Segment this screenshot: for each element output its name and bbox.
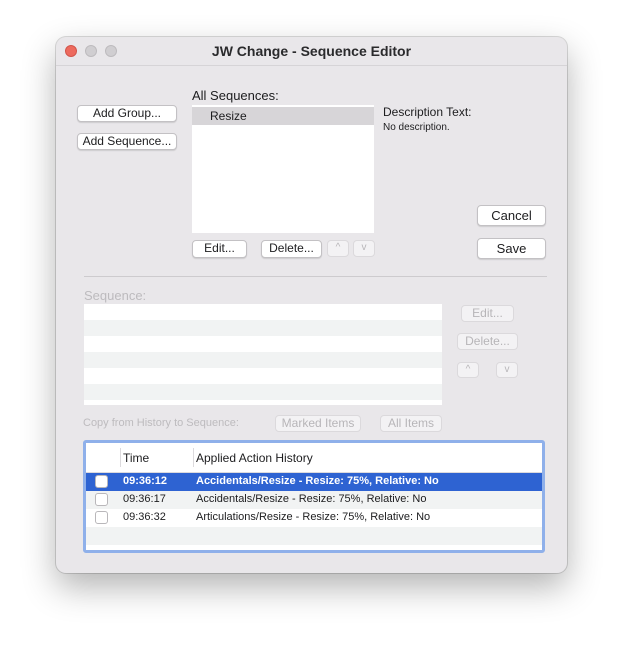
column-header-time[interactable]: Time [123, 451, 149, 465]
all-sequences-label: All Sequences: [192, 88, 279, 103]
edit-sequence-button[interactable]: Edit... [192, 240, 247, 258]
save-button[interactable]: Save [477, 238, 546, 259]
table-row[interactable]: 09:36:32 Articulations/Resize - Resize: … [86, 509, 542, 527]
sequence-move-down-button[interactable]: v [496, 362, 518, 378]
sequence-steps-list[interactable] [84, 304, 442, 405]
add-sequence-button[interactable]: Add Sequence... [77, 133, 177, 150]
column-header-action[interactable]: Applied Action History [196, 451, 313, 465]
sequence-move-up-button[interactable]: ^ [457, 362, 479, 378]
table-row[interactable]: 09:36:17 Accidentals/Resize - Resize: 75… [86, 491, 542, 509]
sequence-item-label: Resize [210, 109, 247, 123]
row-action: Articulations/Resize - Resize: 75%, Rela… [196, 511, 431, 523]
column-separator [193, 448, 194, 467]
row-action: Accidentals/Resize - Resize: 75%, Relati… [196, 475, 439, 487]
action-history-table[interactable]: Time Applied Action History 09:36:12 Acc… [83, 440, 545, 553]
mark-checkbox[interactable] [95, 493, 108, 506]
add-group-button[interactable]: Add Group... [77, 105, 177, 122]
marked-items-button[interactable]: Marked Items [275, 415, 361, 432]
description-text: No description. [383, 122, 450, 133]
row-action: Accidentals/Resize - Resize: 75%, Relati… [196, 493, 427, 505]
table-row[interactable]: 09:36:12 Accidentals/Resize - Resize: 75… [86, 473, 542, 491]
list-stripe [84, 352, 442, 368]
all-sequences-list[interactable]: Resize [192, 105, 374, 233]
row-time: 09:36:17 [123, 493, 166, 505]
column-separator [120, 448, 121, 467]
titlebar-divider [56, 65, 567, 66]
sequence-label: Sequence: [84, 288, 147, 303]
sequence-list-item[interactable]: Resize [192, 107, 374, 125]
description-label: Description Text: [383, 105, 472, 119]
section-divider [84, 276, 547, 277]
cancel-button[interactable]: Cancel [477, 205, 546, 226]
copy-from-history-label: Copy from History to Sequence: [83, 417, 239, 429]
move-down-button[interactable]: v [353, 240, 375, 257]
all-items-button[interactable]: All Items [380, 415, 442, 432]
mark-checkbox[interactable] [95, 475, 108, 488]
sequence-delete-button[interactable]: Delete... [457, 333, 518, 350]
table-header: Time Applied Action History [86, 443, 542, 473]
empty-row [86, 527, 542, 545]
list-stripe [84, 384, 442, 400]
title-bar: JW Change - Sequence Editor [56, 37, 567, 65]
row-time: 09:36:12 [123, 475, 168, 487]
move-up-button[interactable]: ^ [327, 240, 349, 257]
sequence-edit-button[interactable]: Edit... [461, 305, 514, 322]
row-time: 09:36:32 [123, 511, 166, 523]
list-stripe [84, 320, 442, 336]
sequence-editor-window: JW Change - Sequence Editor Add Group...… [56, 37, 567, 573]
window-title: JW Change - Sequence Editor [211, 43, 412, 59]
delete-sequence-button[interactable]: Delete... [261, 240, 322, 258]
mark-checkbox[interactable] [95, 511, 108, 524]
